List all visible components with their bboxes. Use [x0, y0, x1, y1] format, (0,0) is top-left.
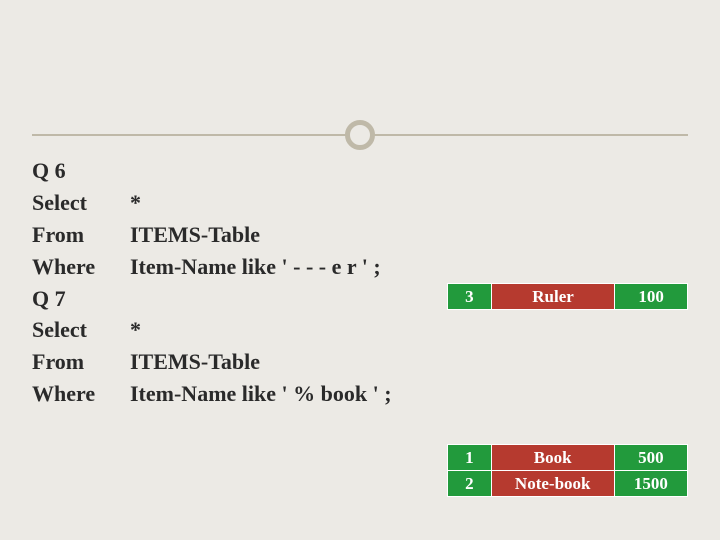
cell-price: 100: [615, 284, 688, 310]
q7-result-table: 1 Book 500 2 Note-book 1500: [447, 444, 688, 497]
table-row: 1 Book 500: [448, 445, 688, 471]
q7-select-kw: Select: [32, 314, 130, 346]
q6-from-arg: ITEMS-Table: [130, 219, 688, 251]
q6-where-kw: Where: [32, 251, 130, 283]
table-row: 3 Ruler 100: [448, 284, 688, 310]
q6-select-arg: *: [130, 187, 688, 219]
q7-label: Q 7: [32, 283, 66, 315]
q7-select-arg: *: [130, 314, 688, 346]
cell-id: 2: [448, 471, 492, 497]
q7-from-arg: ITEMS-Table: [130, 346, 688, 378]
cell-name: Note-book: [491, 471, 614, 497]
section-divider: [32, 120, 688, 150]
cell-name: Book: [491, 445, 614, 471]
q7-where-kw: Where: [32, 378, 130, 410]
cell-price: 500: [614, 445, 687, 471]
q7-where-arg: Item-Name like ' % book ' ;: [130, 378, 688, 410]
cell-name: Ruler: [491, 284, 614, 310]
divider-ring-icon: [345, 120, 375, 150]
cell-price: 1500: [614, 471, 687, 497]
cell-id: 1: [448, 445, 492, 471]
table-row: 2 Note-book 1500: [448, 471, 688, 497]
q6-select-kw: Select: [32, 187, 130, 219]
cell-id: 3: [448, 284, 492, 310]
q6-where-arg: Item-Name like ' - - - e r ' ;: [130, 251, 688, 283]
q6-result-table: 3 Ruler 100: [447, 283, 688, 310]
q6-from-kw: From: [32, 219, 130, 251]
slide-body: Q 6 Select * From ITEMS-Table Where Item…: [32, 155, 688, 410]
q7-from-kw: From: [32, 346, 130, 378]
q6-label: Q 6: [32, 155, 66, 187]
